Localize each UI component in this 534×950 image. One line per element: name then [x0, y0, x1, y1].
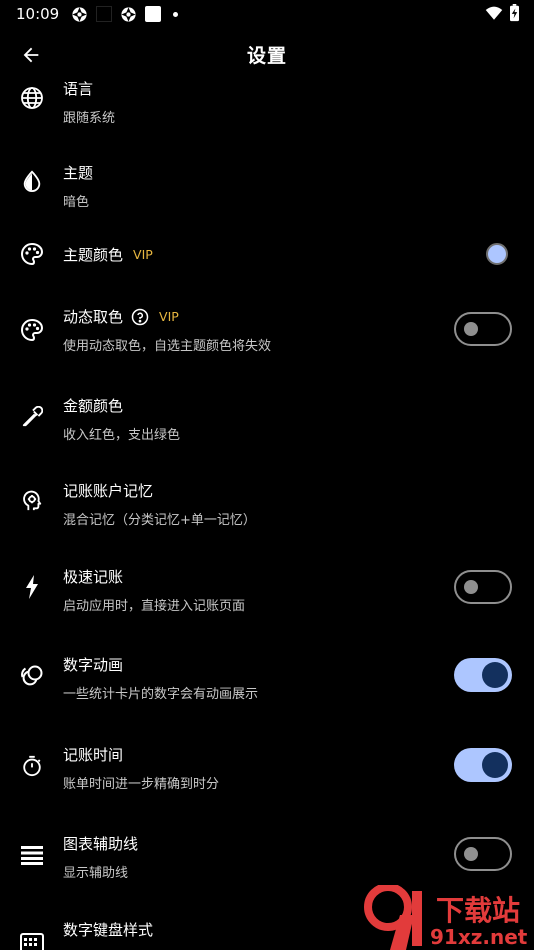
back-button[interactable]: [16, 40, 46, 70]
setting-subtitle: 使用动态取色，自选主题颜色将失效: [63, 339, 272, 354]
theme-color-swatch[interactable]: [486, 243, 508, 265]
number-animation-toggle[interactable]: [454, 658, 512, 692]
setting-entry-time[interactable]: 记账时间 账单时间进一步精确到时分: [0, 743, 534, 795]
status-bar: 10:09: [0, 0, 534, 28]
setting-title: 金额颜色: [63, 397, 124, 415]
app-notification-icon: [96, 6, 113, 22]
water-drop-icon: [19, 168, 45, 194]
animation-icon: [19, 663, 45, 689]
entry-time-toggle[interactable]: [454, 748, 512, 782]
setting-chart-gridlines[interactable]: 图表辅助线 显示辅助线: [0, 832, 534, 884]
toggle-knob: [482, 662, 508, 688]
battery-charging-icon: [510, 4, 519, 22]
setting-language[interactable]: 语言 跟随系统: [0, 76, 534, 136]
vip-badge: VIP: [159, 309, 179, 324]
setting-subtitle: 混合记忆（分类记忆+单一记忆）: [63, 513, 256, 528]
setting-subtitle: 暗色: [63, 195, 90, 210]
toggle-knob: [464, 847, 478, 861]
vip-badge: VIP: [133, 247, 153, 262]
setting-title: 语言: [63, 80, 94, 98]
palette-icon: [19, 241, 45, 267]
arrow-back-icon: [23, 47, 39, 63]
dynamic-color-toggle[interactable]: [454, 312, 512, 346]
setting-subtitle: 启动应用时，直接进入记账页面: [63, 599, 246, 614]
eyedropper-icon: [19, 404, 45, 430]
gridlines-icon: [19, 842, 45, 868]
globe-icon: [19, 85, 45, 111]
setting-title: 极速记账: [63, 568, 124, 586]
setting-title: 记账账户记忆: [63, 482, 154, 500]
setting-subtitle: 显示辅助线: [63, 866, 129, 881]
brain-head-icon: [19, 488, 45, 514]
wifi-icon: [485, 6, 503, 20]
watermark-cn: 下载站: [436, 894, 521, 927]
setting-subtitle: 一些统计卡片的数字会有动画展示: [63, 687, 259, 702]
setting-title: 主题颜色: [63, 246, 124, 264]
setting-title: 主题: [63, 164, 94, 182]
help-icon[interactable]: [131, 308, 149, 326]
quick-entry-toggle[interactable]: [454, 570, 512, 604]
app-notification-icon: [145, 6, 162, 22]
lightning-icon: [19, 574, 45, 600]
watermark-domain: 91xz.net: [430, 925, 528, 949]
aperture-icon: [72, 6, 87, 22]
toggle-knob: [464, 580, 478, 594]
watermark-logo: 下载站 91xz.net: [360, 885, 534, 950]
setting-account-memory[interactable]: 记账账户记忆 混合记忆（分类记忆+单一记忆）: [0, 478, 534, 530]
setting-theme[interactable]: 主题 暗色: [0, 160, 534, 220]
setting-title: 动态取色: [63, 308, 124, 326]
system-icons: [485, 4, 520, 22]
setting-title: 记账时间: [63, 746, 124, 764]
setting-subtitle: 账单时间进一步精确到时分: [63, 777, 220, 792]
setting-subtitle: 跟随系统: [63, 111, 116, 126]
status-time: 10:09: [16, 5, 60, 23]
toggle-knob: [464, 322, 478, 336]
notification-icons: [71, 6, 179, 23]
timer-icon: [19, 753, 45, 779]
setting-theme-color[interactable]: 主题颜色 VIP: [0, 238, 534, 272]
toggle-knob: [482, 752, 508, 778]
setting-title: 数字键盘样式: [63, 921, 154, 939]
setting-title: 数字动画: [63, 656, 124, 674]
setting-quick-entry[interactable]: 极速记账 启动应用时，直接进入记账页面: [0, 565, 534, 617]
more-notifications-dot: [173, 11, 179, 17]
setting-subtitle: 收入红色，支出绿色: [63, 428, 181, 443]
setting-title: 图表辅助线: [63, 835, 139, 853]
palette-icon: [19, 317, 45, 343]
setting-amount-color[interactable]: 金额颜色 收入红色，支出绿色: [0, 394, 534, 446]
aperture-icon: [121, 6, 136, 22]
setting-dynamic-color[interactable]: 动态取色 VIP 使用动态取色，自选主题颜色将失效: [0, 306, 534, 358]
setting-number-animation[interactable]: 数字动画 一些统计卡片的数字会有动画展示: [0, 653, 534, 705]
chart-gridlines-toggle[interactable]: [454, 837, 512, 871]
app-bar: 设置: [0, 28, 534, 80]
keyboard-icon: [19, 930, 45, 950]
page-title: 设置: [246, 44, 287, 67]
